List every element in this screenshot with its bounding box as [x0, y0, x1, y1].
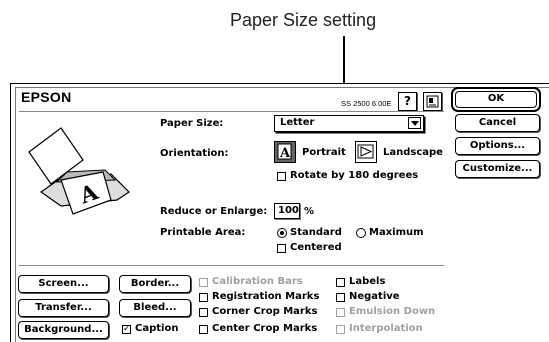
paper-size-value: Letter [280, 117, 315, 128]
brand-logo: EPSON [21, 89, 72, 105]
registration-marks-label[interactable]: Registration Marks [212, 291, 319, 302]
svg-text:A: A [279, 146, 291, 161]
info-icon[interactable] [423, 92, 442, 111]
corner-crop-marks-label[interactable]: Corner Crop Marks [212, 306, 317, 317]
centered-label[interactable]: Centered [290, 242, 342, 253]
landscape-label[interactable]: Landscape [383, 147, 443, 158]
labels-checkbox[interactable] [336, 278, 345, 287]
paper-size-callout: Paper Size setting [230, 10, 377, 30]
labels-label[interactable]: Labels [349, 276, 385, 287]
header-divider [19, 111, 444, 112]
caption-checkbox[interactable]: ✓ [122, 325, 131, 334]
printer-illustration-icon: A [28, 127, 130, 215]
corner-crop-marks-checkbox[interactable] [199, 308, 208, 317]
page-setup-dialog: EPSON SS 2500 6.00E ? A Paper Size: Lett… [10, 83, 549, 342]
emulsion-down-label: Emulsion Down [349, 306, 436, 317]
printable-area-label: Printable Area: [160, 227, 246, 238]
portrait-orientation-icon[interactable]: A [274, 141, 296, 163]
registration-marks-checkbox[interactable] [199, 293, 208, 302]
standard-label[interactable]: Standard [290, 227, 342, 238]
maximum-radio[interactable] [356, 228, 366, 238]
rotate-180-checkbox[interactable] [277, 172, 286, 181]
options-button[interactable]: Options... [455, 137, 540, 155]
calibration-bars-checkbox [199, 278, 208, 287]
interpolation-checkbox [336, 325, 345, 334]
driver-version: SS 2500 6.00E [341, 99, 392, 108]
centered-checkbox[interactable] [277, 244, 286, 253]
border-button[interactable]: Border... [119, 275, 191, 293]
background-button[interactable]: Background... [18, 321, 109, 339]
ok-button[interactable]: OK [451, 87, 541, 112]
emulsion-down-checkbox [336, 308, 345, 317]
caption-label[interactable]: Caption [135, 323, 178, 334]
orientation-label: Orientation: [160, 148, 229, 159]
reduce-enlarge-label: Reduce or Enlarge: [160, 206, 268, 217]
negative-label[interactable]: Negative [349, 291, 400, 302]
interpolation-label: Interpolation [349, 323, 423, 334]
chevron-down-icon [408, 117, 421, 129]
standard-radio[interactable] [277, 228, 287, 238]
rotate-180-label[interactable]: Rotate by 180 degrees [290, 170, 418, 181]
portrait-label[interactable]: Portrait [302, 147, 346, 158]
section-divider [19, 265, 444, 266]
screen-button[interactable]: Screen... [18, 275, 109, 293]
calibration-bars-label: Calibration Bars [212, 276, 303, 287]
paper-size-label: Paper Size: [160, 118, 224, 129]
transfer-button[interactable]: Transfer... [18, 299, 109, 317]
landscape-orientation-icon[interactable] [355, 141, 377, 163]
bleed-button[interactable]: Bleed... [119, 299, 191, 317]
reduce-enlarge-input[interactable]: 100 [274, 203, 300, 219]
percent-unit: % [304, 206, 315, 217]
paper-size-select[interactable]: Letter [274, 115, 424, 132]
customize-button[interactable]: Customize... [455, 160, 540, 178]
maximum-label[interactable]: Maximum [369, 227, 424, 238]
center-crop-marks-label[interactable]: Center Crop Marks [212, 323, 317, 334]
cancel-button[interactable]: Cancel [455, 114, 540, 132]
center-crop-marks-checkbox[interactable] [199, 325, 208, 334]
help-icon[interactable]: ? [398, 92, 417, 111]
negative-checkbox[interactable] [336, 293, 345, 302]
